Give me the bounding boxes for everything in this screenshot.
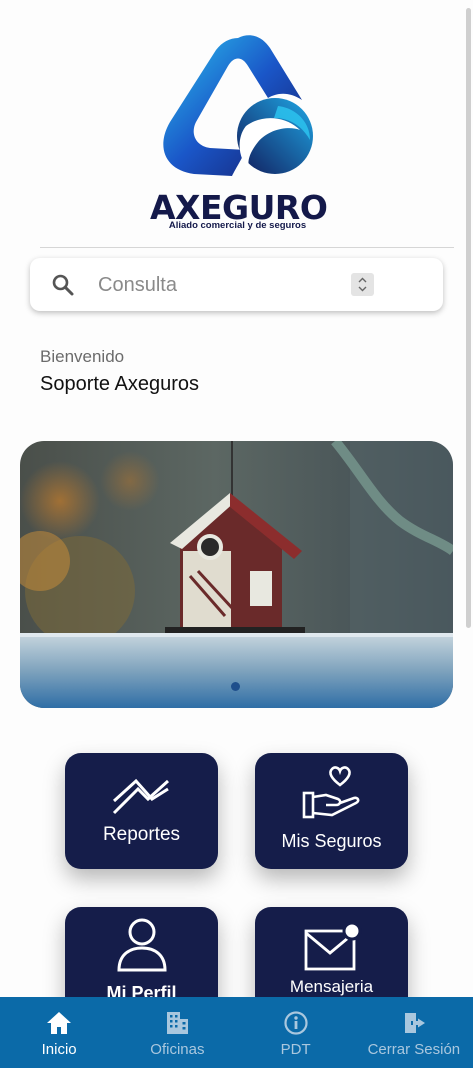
tile-reportes[interactable]: Reportes xyxy=(65,753,218,869)
banner-carousel[interactable] xyxy=(20,441,453,708)
tile-mis-seguros[interactable]: Mis Seguros xyxy=(255,753,408,869)
logo-tagline: Aliado comercial y de seguros xyxy=(168,220,307,231)
stepper-arrows-icon xyxy=(358,277,367,292)
brand-logo: AXEGURO Aliado comercial y de seguros xyxy=(150,30,328,235)
hand-heart-icon xyxy=(255,765,408,821)
nav-item-cerrar-sesion[interactable]: Cerrar Sesión xyxy=(355,997,473,1068)
nav-item-oficinas[interactable]: Oficinas xyxy=(118,997,236,1068)
nav-item-pdt[interactable]: PDT xyxy=(237,997,355,1068)
nav-label: Inicio xyxy=(41,1041,77,1058)
tile-label: Reportes xyxy=(102,824,181,845)
chart-trend-icon xyxy=(65,777,218,817)
logout-icon xyxy=(401,1009,427,1037)
bottom-navigation: Inicio Oficinas PDT Cerrar Sesión xyxy=(0,997,473,1068)
tile-label: Mis Seguros xyxy=(281,831,382,851)
scrollbar[interactable] xyxy=(466,8,471,628)
tile-label: Mensajeria xyxy=(289,977,374,996)
banner-image xyxy=(20,441,453,708)
user-name: Soporte Axeguros xyxy=(40,373,199,395)
home-icon xyxy=(46,1009,72,1037)
mail-notification-icon xyxy=(255,921,408,973)
nav-item-inicio[interactable]: Inicio xyxy=(0,997,118,1068)
carousel-indicator[interactable] xyxy=(231,682,240,691)
nav-label: PDT xyxy=(280,1041,311,1058)
info-icon xyxy=(283,1009,309,1037)
search-bar[interactable] xyxy=(30,258,443,311)
building-icon xyxy=(164,1009,190,1037)
header-divider xyxy=(40,247,454,248)
nav-label: Cerrar Sesión xyxy=(367,1041,461,1058)
search-input[interactable] xyxy=(98,270,338,300)
nav-label: Oficinas xyxy=(150,1041,205,1058)
user-icon xyxy=(65,917,218,973)
logo-mark-icon xyxy=(163,35,313,177)
number-stepper[interactable] xyxy=(351,273,374,296)
search-icon[interactable] xyxy=(51,273,75,297)
welcome-greeting: Bienvenido xyxy=(40,347,125,366)
